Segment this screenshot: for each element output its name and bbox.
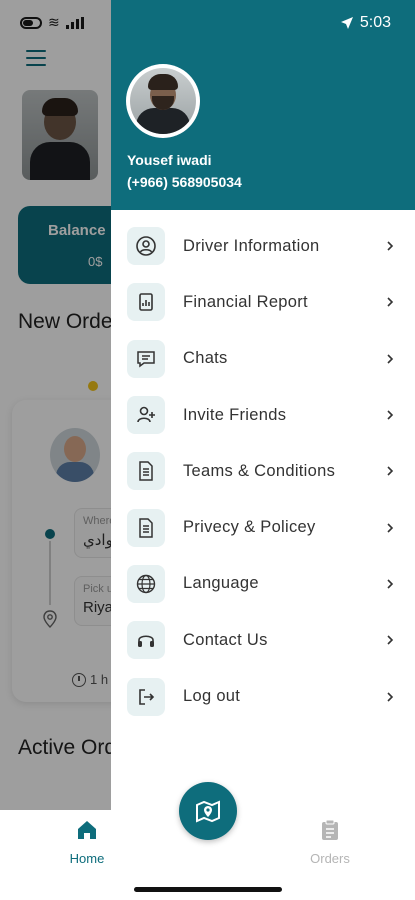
menu-item-label: Driver Information (183, 236, 320, 255)
home-indicator (134, 887, 282, 892)
chat-icon (127, 339, 165, 378)
map-icon (196, 800, 220, 823)
chevron-right-icon (387, 579, 394, 589)
menu-item-language[interactable]: Language (111, 556, 415, 612)
chevron-right-icon (387, 691, 394, 702)
chevron-right-icon (387, 297, 394, 308)
nav-home-tab[interactable]: Home (62, 818, 112, 866)
menu-item-invite-friends[interactable]: Invite Friends (111, 387, 415, 443)
map-fab-button[interactable] (179, 782, 237, 840)
drawer-menu: Driver Information Financial Report Chat… (111, 218, 415, 725)
clipboard-icon (322, 819, 338, 840)
menu-item-financial-report[interactable]: Financial Report (111, 274, 415, 330)
chevron-right-icon (387, 523, 394, 533)
menu-item-label: Privecy & Policey (183, 518, 316, 537)
nav-orders-label: Orders (310, 851, 350, 866)
chevron-right-icon (387, 635, 394, 645)
status-time: 5:03 (359, 14, 391, 31)
navigation-drawer: 5:03 Yousef iwadi (+966) 568905034 Drive… (111, 0, 415, 810)
menu-item-label: Contact Us (183, 630, 268, 649)
menu-item-driver-information[interactable]: Driver Information (111, 218, 415, 274)
menu-item-contact-us[interactable]: Contact Us (111, 612, 415, 668)
drawer-header: 5:03 Yousef iwadi (+966) 568905034 (111, 0, 415, 210)
chevron-right-icon (387, 410, 394, 420)
document-icon (127, 508, 165, 547)
logout-icon (127, 677, 165, 716)
chevron-right-icon (387, 466, 394, 476)
menu-item-terms-conditions[interactable]: Teams & Conditions (111, 443, 415, 499)
menu-item-label: Log out (183, 687, 241, 706)
menu-item-label: Invite Friends (183, 405, 287, 424)
document-icon (127, 452, 165, 491)
profile-avatar[interactable] (126, 64, 200, 138)
nav-orders-tab[interactable]: Orders (300, 818, 360, 866)
globe-icon (127, 564, 165, 603)
chevron-right-icon (387, 241, 394, 251)
home-icon (78, 821, 96, 839)
location-arrow-icon (340, 17, 353, 29)
headset-icon (127, 621, 165, 660)
nav-home-label: Home (69, 851, 105, 866)
menu-item-privacy-policy[interactable]: Privecy & Policey (111, 499, 415, 555)
add-user-icon (127, 396, 165, 435)
menu-item-log-out[interactable]: Log out (111, 668, 415, 724)
menu-item-label: Teams & Conditions (183, 461, 336, 480)
report-icon (127, 283, 165, 322)
menu-item-label: Language (183, 574, 259, 593)
menu-item-label: Chats (183, 349, 228, 368)
chevron-right-icon (387, 354, 394, 364)
menu-item-label: Financial Report (183, 292, 308, 311)
status-bar-right: 5:03 (340, 14, 391, 32)
user-phone: (+966) 568905034 (127, 174, 242, 190)
user-circle-icon (127, 227, 165, 266)
menu-item-chats[interactable]: Chats (111, 331, 415, 387)
user-name: Yousef iwadi (127, 152, 212, 168)
